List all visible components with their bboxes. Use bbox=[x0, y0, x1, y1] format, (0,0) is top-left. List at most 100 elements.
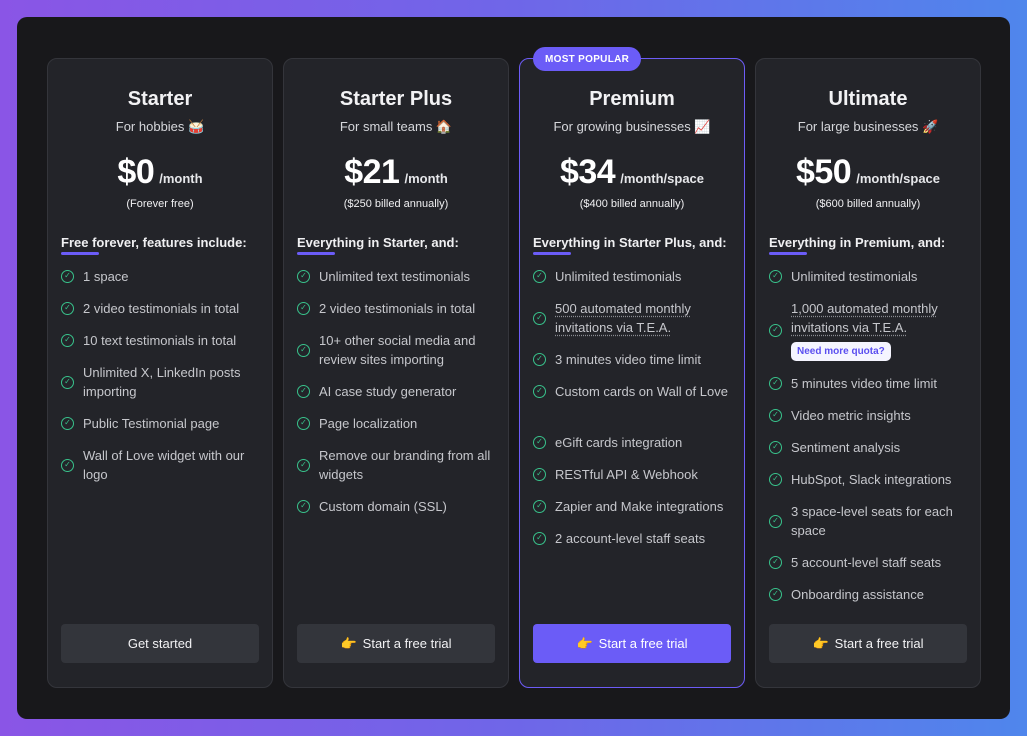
feature-item: ✓ 3 minutes video time limit bbox=[533, 350, 736, 369]
plan-period: /month bbox=[404, 171, 448, 186]
feature-text: 5 minutes video time limit bbox=[791, 376, 937, 391]
plan-tagline: For growing businesses 📈 bbox=[553, 119, 711, 134]
check-circle-icon: ✓ bbox=[533, 468, 546, 481]
feature-item: ✓ RESTful API & Webhook bbox=[533, 465, 736, 484]
feature-item: ✓ Wall of Love widget with our logo bbox=[61, 446, 264, 484]
feature-text: Unlimited X, LinkedIn posts importing bbox=[83, 365, 241, 399]
feature-item: ✓ 2 video testimonials in total bbox=[61, 299, 264, 318]
feature-text: 5 account-level staff seats bbox=[791, 555, 942, 570]
price-row: $0 /month bbox=[48, 153, 272, 192]
feature-text: Unlimited testimonials bbox=[555, 269, 682, 284]
check-circle-icon: ✓ bbox=[769, 270, 782, 283]
feature-text: 2 video testimonials in total bbox=[319, 301, 476, 316]
check-circle-icon: ✓ bbox=[769, 588, 782, 601]
plan-price: $21 bbox=[344, 153, 400, 191]
start-free-trial-button[interactable]: 👉 Start a free trial bbox=[533, 624, 731, 663]
plan-name: Premium bbox=[589, 88, 675, 110]
check-circle-icon: ✓ bbox=[297, 417, 310, 430]
check-circle-icon: ✓ bbox=[769, 514, 782, 528]
feature-text-tooltip[interactable]: 500 automated monthly invitations via T.… bbox=[555, 299, 736, 337]
check-circle-icon: ✓ bbox=[533, 311, 546, 325]
features-heading: Everything in Starter, and: bbox=[297, 235, 459, 250]
check-circle-icon: ✓ bbox=[769, 473, 782, 486]
feature-text: eGift cards integration bbox=[555, 435, 683, 450]
feature-item: ✓ 1,000 automated monthly invitations vi… bbox=[769, 299, 972, 361]
feature-text: AI case study generator bbox=[319, 384, 457, 399]
feature-text: Custom domain (SSL) bbox=[319, 499, 447, 514]
feature-item: ✓ Custom cards on Wall of Love bbox=[533, 382, 736, 401]
feature-item: ✓ Page localization bbox=[297, 414, 500, 433]
check-circle-icon: ✓ bbox=[769, 323, 782, 337]
check-circle-icon: ✓ bbox=[61, 302, 74, 315]
billing-note: ($250 billed annually) bbox=[343, 198, 449, 210]
feature-item: ✓ 1 space bbox=[61, 267, 264, 286]
plan-price: $50 bbox=[795, 153, 852, 191]
feature-item: ✓ Unlimited testimonials bbox=[769, 267, 972, 286]
feature-item: ✓ Video metric insights bbox=[769, 406, 972, 425]
plan-card-ultimate: Ultimate For large businesses 🚀 $50 /mon… bbox=[755, 58, 981, 688]
feature-item: ✓ 3 space-level seats for each space bbox=[769, 502, 972, 540]
feature-text: Public Testimonial page bbox=[83, 416, 220, 431]
feature-text: 3 space-level seats for each space bbox=[791, 504, 953, 538]
check-circle-icon: ✓ bbox=[61, 270, 74, 283]
feature-item: ✓ 500 automated monthly invitations via … bbox=[533, 299, 736, 337]
billing-note: ($400 billed annually) bbox=[579, 198, 685, 210]
check-circle-icon: ✓ bbox=[297, 458, 310, 472]
price-row: $50 /month/space bbox=[756, 153, 980, 192]
feature-item: ✓ Unlimited testimonials bbox=[533, 267, 736, 286]
check-circle-icon: ✓ bbox=[769, 409, 782, 422]
pointing-hand-icon: 👉 bbox=[812, 635, 829, 651]
feature-text: 3 minutes video time limit bbox=[555, 352, 701, 367]
feature-text: Onboarding assistance bbox=[791, 587, 924, 602]
plan-price: $34 bbox=[559, 153, 616, 191]
pointing-hand-icon: 👉 bbox=[340, 635, 357, 651]
check-circle-icon: ✓ bbox=[61, 458, 74, 472]
pointing-hand-icon: 👉 bbox=[576, 635, 593, 651]
feature-text: 2 video testimonials in total bbox=[83, 301, 240, 316]
check-circle-icon: ✓ bbox=[297, 385, 310, 398]
button-label: Start a free trial bbox=[362, 636, 452, 651]
heading-underline bbox=[61, 252, 99, 255]
billing-note: (Forever free) bbox=[126, 198, 194, 210]
feature-text: Sentiment analysis bbox=[791, 440, 901, 455]
heading-underline bbox=[533, 252, 571, 255]
feature-text-tooltip[interactable]: 1,000 automated monthly invitations via … bbox=[791, 299, 972, 337]
heading-underline bbox=[769, 252, 807, 255]
check-circle-icon: ✓ bbox=[61, 417, 74, 430]
check-circle-icon: ✓ bbox=[533, 270, 546, 283]
feature-item: ✓ Custom domain (SSL) bbox=[297, 497, 500, 516]
feature-text: RESTful API & Webhook bbox=[555, 467, 698, 482]
feature-item: ✓ Unlimited text testimonials bbox=[297, 267, 500, 286]
most-popular-badge: MOST POPULAR bbox=[533, 47, 642, 71]
get-started-button[interactable]: Get started bbox=[61, 624, 259, 663]
check-circle-icon: ✓ bbox=[533, 532, 546, 545]
feature-text: 1 space bbox=[83, 269, 129, 284]
plan-name: Starter bbox=[127, 88, 193, 110]
plan-name: Starter Plus bbox=[339, 88, 453, 110]
feature-item: ✓ HubSpot, Slack integrations bbox=[769, 470, 972, 489]
feature-text: 10 text testimonials in total bbox=[83, 333, 237, 348]
feature-item: ✓ 10+ other social media and review site… bbox=[297, 331, 500, 369]
feature-item: ✓ 10 text testimonials in total bbox=[61, 331, 264, 350]
feature-text: Wall of Love widget with our logo bbox=[83, 448, 245, 482]
check-circle-icon: ✓ bbox=[533, 385, 546, 398]
feature-text: Custom cards on Wall of Love bbox=[555, 384, 728, 399]
plan-period: /month bbox=[159, 171, 203, 186]
feature-text: 10+ other social media and review sites … bbox=[319, 333, 476, 367]
feature-item: ✓ 2 account-level staff seats bbox=[533, 529, 736, 548]
check-circle-icon: ✓ bbox=[533, 500, 546, 513]
feature-item: ✓ 5 minutes video time limit bbox=[769, 374, 972, 393]
start-free-trial-button[interactable]: 👉 Start a free trial bbox=[769, 624, 967, 663]
features-heading: Free forever, features include: bbox=[61, 235, 247, 250]
feature-item: ✓ Remove our branding from all widgets bbox=[297, 446, 500, 484]
need-more-quota-link[interactable]: Need more quota? bbox=[791, 342, 891, 361]
plan-tagline: For hobbies 🥁 bbox=[115, 119, 205, 134]
check-circle-icon: ✓ bbox=[533, 353, 546, 366]
start-free-trial-button[interactable]: 👉 Start a free trial bbox=[297, 624, 495, 663]
heading-underline bbox=[297, 252, 335, 255]
feature-item: ✓ Sentiment analysis bbox=[769, 438, 972, 457]
check-circle-icon: ✓ bbox=[61, 375, 74, 389]
check-circle-icon: ✓ bbox=[297, 270, 310, 283]
feature-text: Video metric insights bbox=[791, 408, 911, 423]
features-heading: Everything in Starter Plus, and: bbox=[533, 235, 727, 250]
